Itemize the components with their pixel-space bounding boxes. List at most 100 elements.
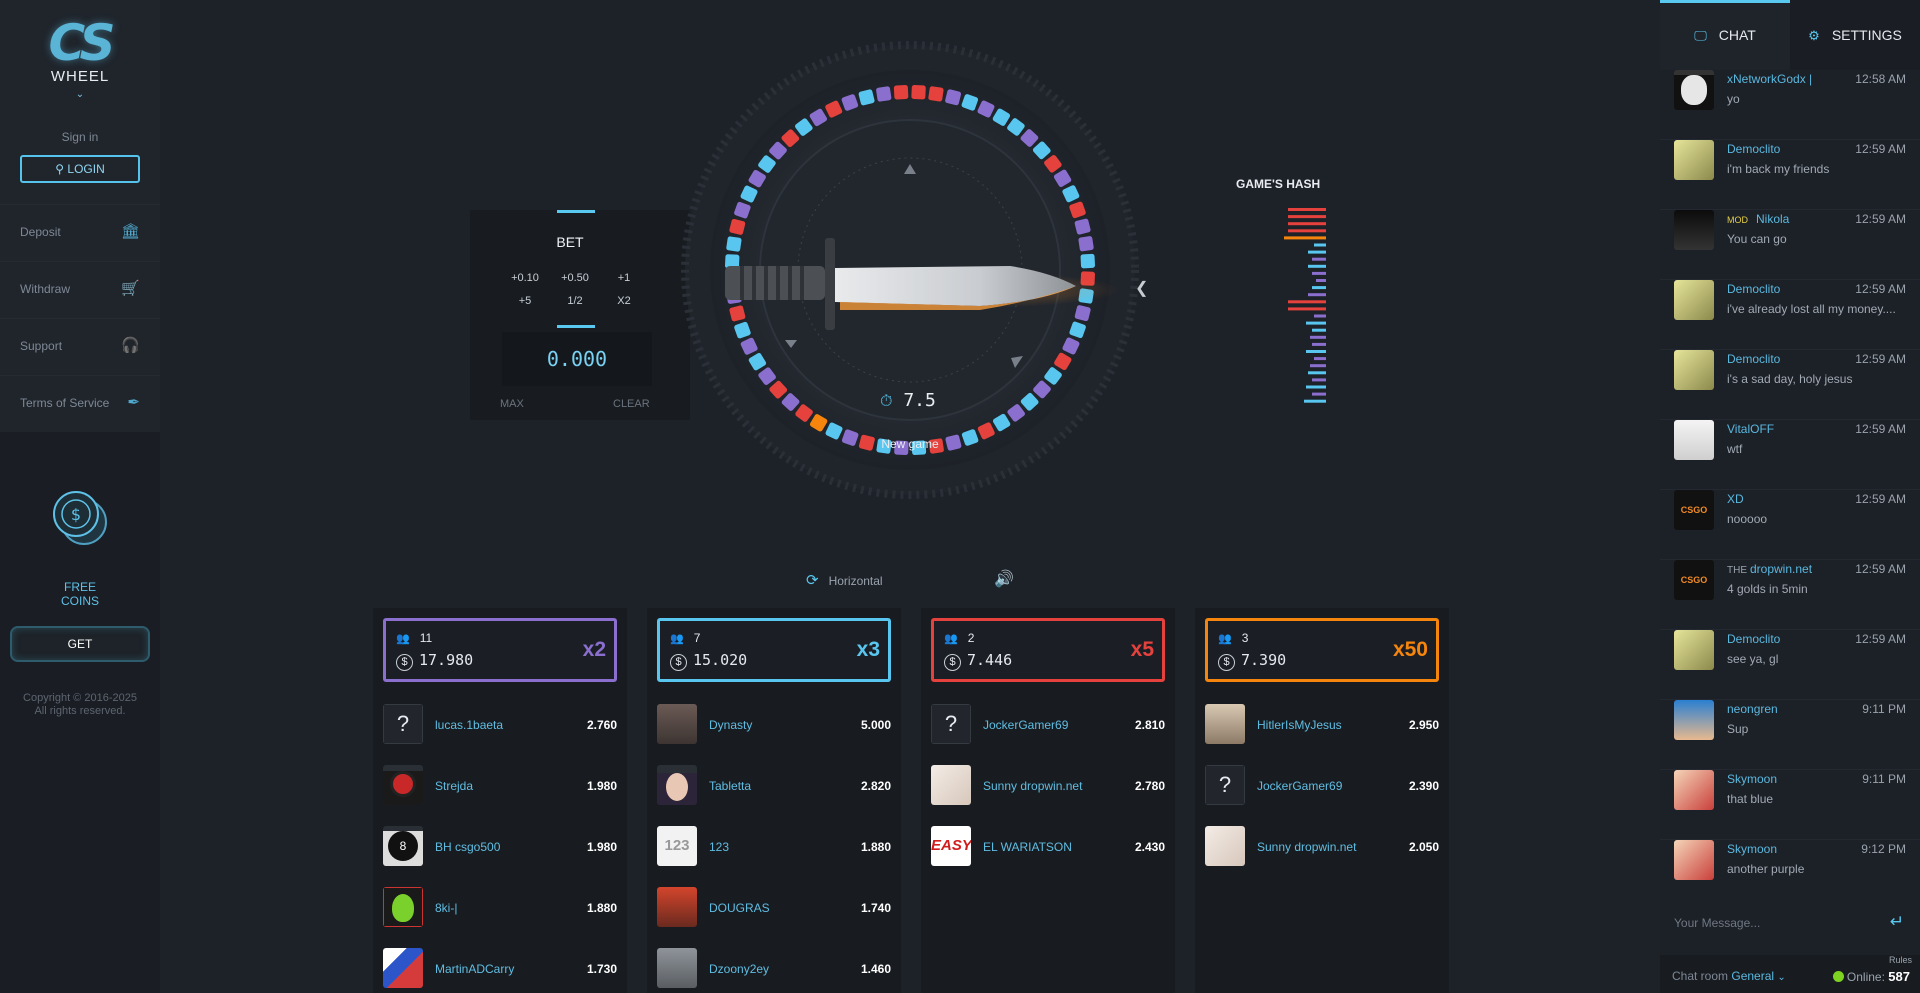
avatar[interactable]: [1674, 350, 1714, 390]
bet-column-header[interactable]: 👥 11 $17.980 x2: [383, 618, 617, 682]
chat-username[interactable]: Democlito: [1727, 352, 1780, 366]
view-mode-toggle[interactable]: ⟳ Horizontal: [806, 571, 883, 589]
players-count-value: 7: [693, 631, 701, 645]
bet-column-header[interactable]: 👥 2 $7.446 x5: [931, 618, 1165, 682]
max-button[interactable]: MAX: [500, 398, 524, 410]
quick-double[interactable]: X2: [604, 295, 644, 307]
player-name[interactable]: Dzoony2ey: [709, 962, 769, 976]
chat-username[interactable]: VitalOFF: [1727, 422, 1774, 436]
player-name[interactable]: Tabletta: [709, 779, 751, 793]
tab-chat-label: CHAT: [1718, 27, 1756, 43]
bet-column-header[interactable]: 👥 7 $15.020 x3: [657, 618, 891, 682]
player-name[interactable]: JockerGamer69: [1257, 779, 1342, 793]
avatar[interactable]: [1674, 840, 1714, 880]
chat-username[interactable]: Democlito: [1727, 632, 1780, 646]
avatar[interactable]: [1205, 704, 1245, 744]
avatar[interactable]: [1674, 280, 1714, 320]
avatar[interactable]: [1674, 700, 1714, 740]
avatar[interactable]: [657, 765, 697, 805]
game-hash-title[interactable]: GAME'S HASH: [1236, 177, 1320, 191]
bet-column-header[interactable]: 👥 3 $7.390 x50: [1205, 618, 1439, 682]
clear-button[interactable]: CLEAR: [613, 398, 650, 410]
avatar[interactable]: CSGO: [1674, 490, 1714, 530]
chat-username[interactable]: Democlito: [1727, 142, 1780, 156]
avatar[interactable]: [383, 887, 423, 927]
player-name[interactable]: HitlerIsMyJesus: [1257, 718, 1342, 732]
avatar[interactable]: [383, 765, 423, 805]
hash-bar: [1308, 250, 1326, 254]
chat-time: 12:59 AM: [1855, 352, 1906, 366]
player-name[interactable]: DOUGRAS: [709, 901, 770, 915]
chat-username[interactable]: Democlito: [1727, 282, 1780, 296]
quick-half[interactable]: 1/2: [555, 295, 595, 307]
avatar[interactable]: CSGO: [1674, 560, 1714, 600]
player-name[interactable]: MartinADCarry: [435, 962, 514, 976]
bet-row: Dzoony2ey 1.460: [647, 936, 901, 993]
copyright-line1: Copyright © 2016-2025: [23, 692, 137, 704]
nav-deposit[interactable]: Deposit 🏛: [0, 204, 160, 260]
bet-amount-input[interactable]: 0.000: [502, 332, 652, 386]
chat-username[interactable]: Skymoon: [1727, 842, 1777, 856]
avatar[interactable]: [1674, 630, 1714, 670]
player-name[interactable]: lucas.1baeta: [435, 718, 503, 732]
chat-username[interactable]: THE dropwin.net: [1727, 562, 1812, 576]
player-name[interactable]: Strejda: [435, 779, 473, 793]
bet-amount: 2.950: [1408, 718, 1439, 732]
avatar[interactable]: [1674, 210, 1714, 250]
get-coins-button[interactable]: GET: [10, 626, 150, 662]
chevron-down-icon[interactable]: ⌄: [0, 89, 160, 100]
tab-chat[interactable]: 🖵 CHAT: [1660, 0, 1790, 70]
quick-add-0.50[interactable]: +0.50: [555, 272, 595, 284]
hash-bar: [1310, 364, 1326, 368]
player-name[interactable]: 8ki-|: [435, 901, 457, 915]
send-icon[interactable]: ↵: [1890, 912, 1904, 932]
player-name[interactable]: Sunny dropwin.net: [1257, 840, 1356, 854]
chat-room-selector[interactable]: Chat room General ⌄: [1672, 969, 1786, 983]
chat-message-input[interactable]: [1674, 916, 1874, 930]
avatar[interactable]: [657, 948, 697, 988]
nav-support[interactable]: Support 🎧: [0, 318, 160, 374]
player-name[interactable]: Sunny dropwin.net: [983, 779, 1082, 793]
sound-icon[interactable]: 🔊: [994, 569, 1014, 589]
chat-username[interactable]: Skymoon: [1727, 772, 1777, 786]
nav-deposit-label: Deposit: [20, 225, 61, 239]
nav-withdraw[interactable]: Withdraw 🛒: [0, 261, 160, 317]
bet-column-x50: 👥 3 $7.390 x50 HitlerIsMyJesus 2.950 ? Jo…: [1195, 608, 1449, 993]
avatar[interactable]: [1674, 140, 1714, 180]
chat-username-text: dropwin.net: [1750, 562, 1813, 576]
login-button[interactable]: ⚲ LOGIN: [20, 155, 140, 183]
chat-username[interactable]: MOD Nikola: [1727, 212, 1789, 226]
nav-terms[interactable]: Terms of Service ✒: [0, 375, 160, 431]
tab-settings[interactable]: ⚙ SETTINGS: [1790, 0, 1920, 70]
quick-add-1[interactable]: +1: [604, 272, 644, 284]
player-name[interactable]: EL WARIATSON: [983, 840, 1072, 854]
avatar[interactable]: [657, 704, 697, 744]
player-name[interactable]: JockerGamer69: [983, 718, 1068, 732]
player-name[interactable]: 123: [709, 840, 729, 854]
chat-username[interactable]: xNetworkGodx |: [1727, 72, 1812, 86]
avatar[interactable]: [1674, 420, 1714, 460]
quick-add-0.10[interactable]: +0.10: [505, 272, 545, 284]
player-name[interactable]: Dynasty: [709, 718, 752, 732]
avatar[interactable]: [931, 765, 971, 805]
player-name[interactable]: BH csgo500: [435, 840, 500, 854]
hash-bar: [1312, 271, 1326, 275]
logo[interactable]: CS WHEEL ⌄: [0, 16, 160, 100]
column-total: $17.980: [396, 651, 473, 671]
avatar[interactable]: 8: [383, 826, 423, 866]
avatar[interactable]: 123: [657, 826, 697, 866]
avatar[interactable]: [383, 948, 423, 988]
avatar[interactable]: [1205, 826, 1245, 866]
avatar[interactable]: ?: [383, 704, 423, 744]
avatar[interactable]: ?: [931, 704, 971, 744]
quick-add-5[interactable]: +5: [505, 295, 545, 307]
avatar[interactable]: [657, 887, 697, 927]
avatar[interactable]: ?: [1205, 765, 1245, 805]
avatar[interactable]: [1674, 70, 1714, 110]
chat-username[interactable]: XD: [1727, 492, 1744, 506]
column-total-value: 7.390: [1241, 651, 1287, 669]
avatar[interactable]: EASY: [931, 826, 971, 866]
chat-username[interactable]: neongren: [1727, 702, 1778, 716]
rules-link[interactable]: Rules: [1889, 955, 1912, 965]
avatar[interactable]: [1674, 770, 1714, 810]
